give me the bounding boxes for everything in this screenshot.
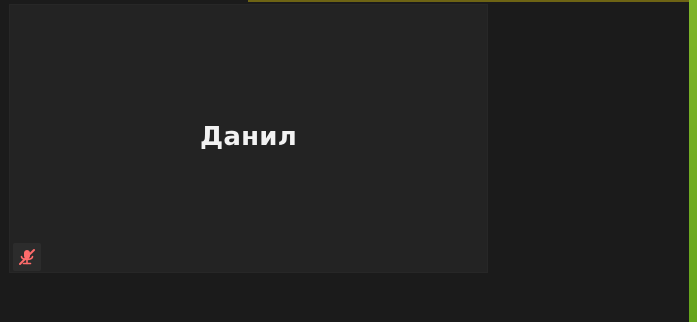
top-accent-line	[248, 0, 689, 2]
microphone-muted-icon	[19, 249, 35, 265]
microphone-muted-indicator	[13, 243, 41, 271]
participant-name: Данил	[200, 122, 297, 152]
participant-video-tile[interactable]: Данил	[9, 4, 488, 273]
right-accent-bar	[689, 0, 697, 322]
